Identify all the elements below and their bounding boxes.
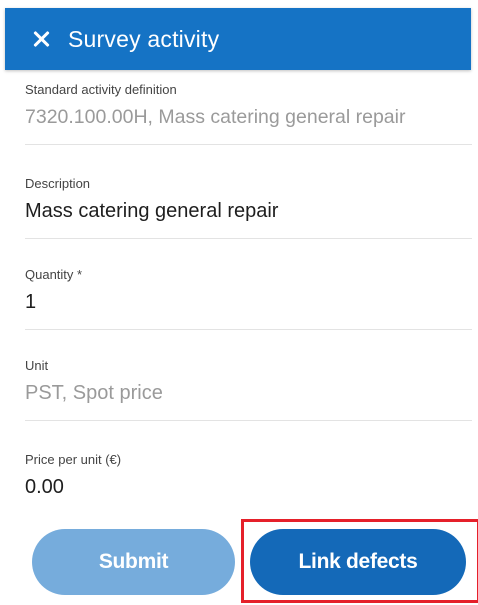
standard-activity-field[interactable]: Standard activity definition 7320.100.00… <box>25 82 472 145</box>
standard-activity-label: Standard activity definition <box>25 82 177 97</box>
page-title: Survey activity <box>68 26 220 52</box>
description-field[interactable]: Description Mass catering general repair <box>25 176 472 239</box>
app-header: Survey activity <box>5 8 471 70</box>
unit-label: Unit <box>25 358 49 373</box>
unit-value: PST, Spot price <box>25 382 163 404</box>
quantity-field[interactable]: Quantity * 1 <box>25 267 472 330</box>
quantity-input[interactable]: 1 <box>25 289 472 315</box>
price-per-unit-input[interactable]: 0.00 <box>25 474 472 500</box>
standard-activity-value: 7320.100.00H, Mass catering general repa… <box>25 106 406 128</box>
description-label: Description <box>25 176 91 191</box>
unit-field[interactable]: Unit PST, Spot price <box>25 358 472 421</box>
quantity-label: Quantity * <box>25 267 83 282</box>
close-icon[interactable] <box>31 29 51 49</box>
description-input[interactable]: Mass catering general repair <box>25 198 472 224</box>
price-per-unit-field[interactable]: Price per unit (€) 0.00 <box>25 452 472 512</box>
submit-button[interactable]: Submit <box>32 529 235 595</box>
price-per-unit-label: Price per unit (€) <box>25 452 122 467</box>
link-defects-button[interactable]: Link defects <box>250 529 466 595</box>
